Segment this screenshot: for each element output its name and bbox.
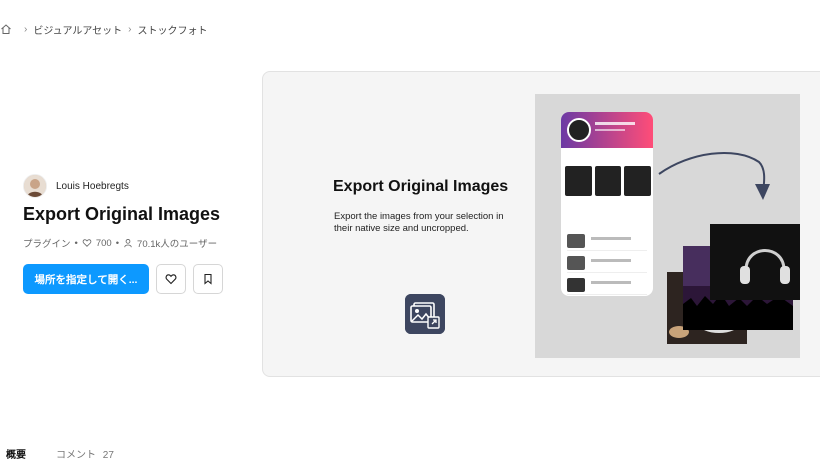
headphones-photo: [710, 224, 800, 300]
breadcrumb-visual-assets[interactable]: ビジュアルアセット: [33, 22, 122, 37]
tab-overview[interactable]: 概要: [6, 446, 26, 461]
user-icon: [124, 239, 132, 248]
plugin-meta: プラグイン • 700 • 70.1k人のユーザー: [23, 237, 218, 251]
like-button[interactable]: [156, 264, 186, 294]
open-in-button[interactable]: 場所を指定して開く...: [23, 264, 149, 294]
breadcrumb-stock-photos[interactable]: ストックフォト: [138, 22, 208, 37]
avatar: [23, 174, 47, 198]
like-count: 700: [95, 237, 112, 249]
heart-icon: [165, 274, 177, 285]
comment-count: 27: [102, 450, 114, 461]
cover-title: Export Original Images: [333, 178, 509, 195]
arrow-icon: [658, 151, 770, 200]
chevron-right-icon: ›: [24, 23, 28, 35]
user-count: 70.1k人のユーザー: [137, 239, 218, 250]
tab-comments[interactable]: コメント 27: [56, 446, 114, 461]
plugin-icon: [405, 294, 445, 334]
bookmark-icon: [204, 273, 212, 285]
bookmark-button[interactable]: [193, 264, 223, 294]
cover-illustration: [535, 94, 800, 358]
plugin-title: Export Original Images: [23, 204, 221, 224]
author-name[interactable]: Louis Hoebregts: [56, 181, 129, 192]
plugin-type: プラグイン: [23, 239, 71, 250]
phone-mockup: [561, 112, 653, 296]
heart-icon: [82, 239, 92, 247]
author[interactable]: Louis Hoebregts: [23, 174, 129, 198]
plugin-cover: Export Original Images Export the images…: [262, 71, 820, 377]
breadcrumb: › ビジュアルアセット › ストックフォト: [0, 22, 208, 37]
cover-description: Export the images from your selection in…: [334, 211, 504, 234]
chevron-right-icon: ›: [128, 23, 132, 35]
home-icon[interactable]: [0, 23, 12, 35]
